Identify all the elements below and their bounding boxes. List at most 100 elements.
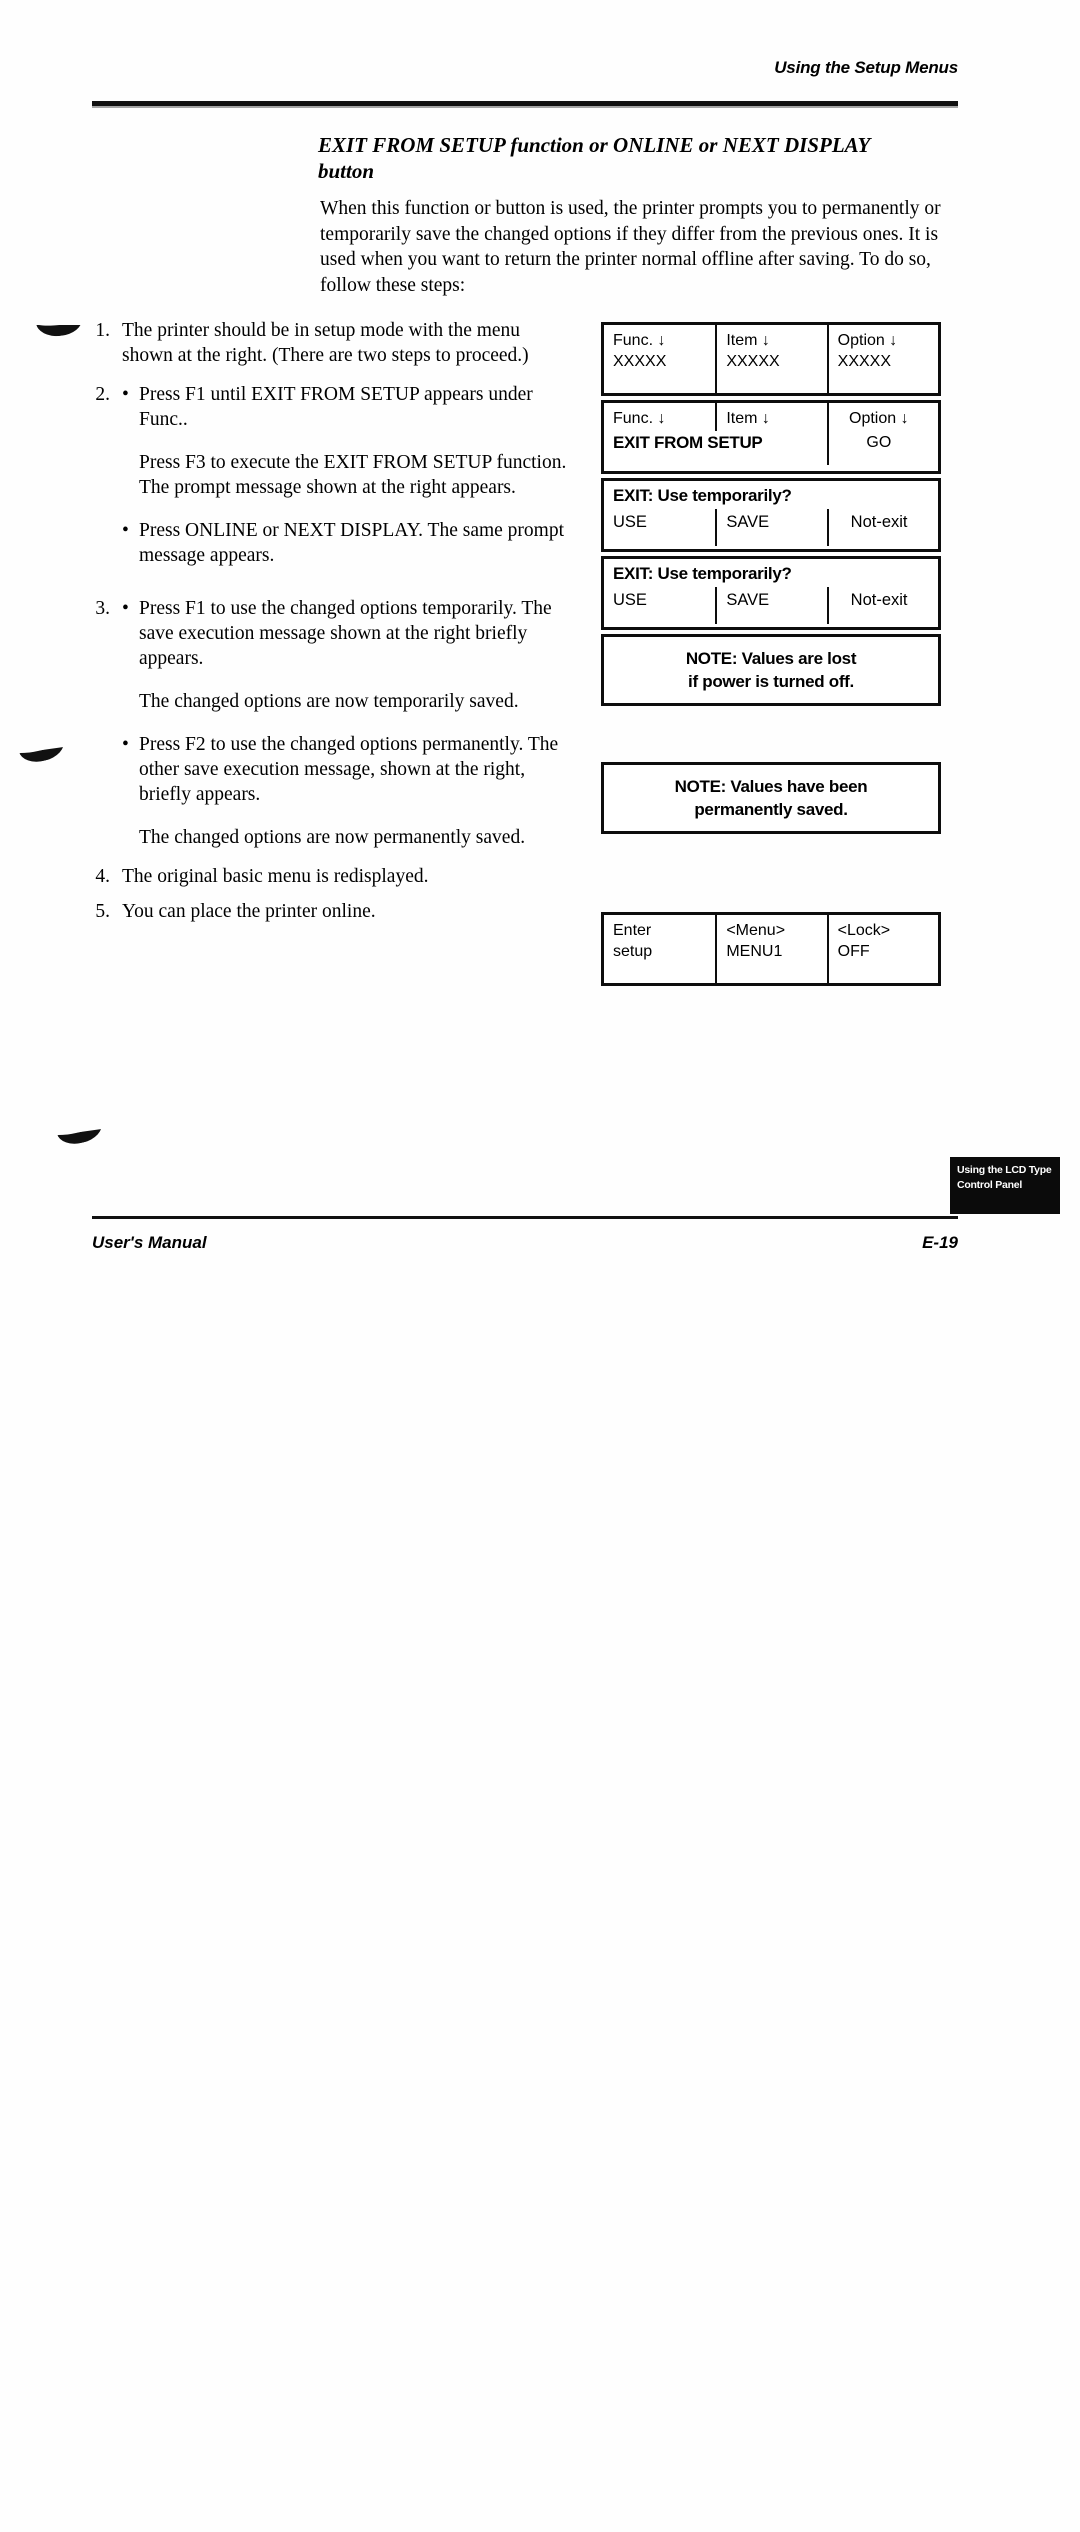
lcd-head-row: Func. ↓ Item ↓ Option ↓ [604,403,938,431]
bullet-icon: • [122,598,129,619]
step-paragraph: The original basic menu is redisplayed. [122,866,429,887]
lcd-choice-use: USE [613,591,647,609]
lcd-choice-row: USE SAVE Not-exit [604,587,938,624]
step-paragraph: Press F3 to execute the EXIT FROM SETUP … [139,452,567,498]
running-head: Using the Setup Menus [774,58,958,77]
bullet-icon: • [122,520,129,541]
step-body: The original basic menu is redisplayed. [122,864,574,889]
bullet-icon: • [122,734,129,755]
scan-artifact-mark [19,747,67,770]
lcd-note-line1: NOTE: Values are lost [685,649,857,668]
footer-rule [92,1216,958,1219]
step-paragraph: The changed options are now permanently … [139,827,526,848]
lcd-panel-note-permanent: NOTE: Values have been permanently saved… [601,762,941,834]
lcd-cell-item: Item ↓ XXXXX [715,325,826,393]
lcd-panel-basic-menu: Func. ↓ XXXXX Item ↓ XXXXX Option ↓ XXXX… [601,322,941,396]
lcd-cell-func: Func. ↓ XXXXX [604,325,715,393]
lcd-cell-label-option: Option ↓ [826,403,938,431]
lcd-cell-label-item: Item ↓ [715,403,826,431]
lcd-choice-row: USE SAVE Not-exit [604,509,938,546]
manual-page: Using the Setup Menus EXIT FROM SETUP fu… [0,0,1080,2532]
lcd-cell-value: XXXXX [613,352,667,370]
lcd-choice-not-exit: Not-exit [826,509,938,546]
lcd-choice-not-exit: Not-exit [826,587,938,624]
lcd-cell-label: Item ↓ [726,332,770,349]
lcd-cell-label: Enter [613,922,652,939]
lcd-panel-note-temporary: NOTE: Values are lost if power is turned… [601,634,941,706]
step-body: You can place the printer online. [122,899,574,924]
step-paragraph: • Press F1 until EXIT FROM SETUP appears … [122,382,574,432]
step-paragraph: The changed options are now temporarily … [139,691,519,712]
step-number: 2. [95,384,110,405]
lcd-grid: EXIT: Use temporarily? USE SAVE Not-exit [604,559,938,627]
procedure-step: 3. • Press F1 to use the changed options … [74,596,574,850]
lcd-cell-value: XXXXX [837,352,892,370]
lcd-cell-option: Option ↓ XXXXX [826,325,938,393]
lcd-prompt-text: EXIT: Use temporarily? [613,486,792,505]
lcd-cell-value: setup [613,942,653,960]
scan-artifact-mark [36,325,82,342]
lcd-choice-save: SAVE [715,509,826,546]
lcd-body-row: EXIT FROM SETUP GO [604,431,938,465]
lcd-cell-value-option: GO [826,431,938,465]
lcd-cell-value-function: EXIT FROM SETUP [613,433,763,452]
lcd-prompt-text: EXIT: Use temporarily? [613,564,792,583]
lcd-panel-exit-from-setup: Func. ↓ Item ↓ Option ↓ EXIT FROM SETUP … [601,400,941,474]
thumb-tab-line2: Control Panel [957,1179,1023,1191]
thumb-tab-line1: Using the LCD Type [957,1164,1052,1176]
bullet-icon: • [122,384,129,405]
step-paragraph-text: Press F2 to use the changed options perm… [139,734,559,805]
lcd-grid: Func. ↓ Item ↓ Option ↓ EXIT FROM SETUP … [604,403,938,471]
intro-paragraph: When this function or button is used, th… [320,198,941,296]
lcd-note-line1: NOTE: Values have been [674,777,868,796]
section-heading-line2: button [318,159,375,183]
scan-artifact-mark [57,1129,105,1152]
procedure-step: 5. You can place the printer online. [74,899,574,924]
lcd-choice-save: SAVE [715,587,826,624]
lcd-cell-label: Func. ↓ [613,332,666,349]
lcd-grid: Func. ↓ XXXXX Item ↓ XXXXX Option ↓ XXXX… [604,325,938,393]
lcd-cell-label-func: Func. ↓ [613,410,666,427]
procedure-step: 4. The original basic menu is redisplaye… [74,864,574,889]
lcd-note: NOTE: Values have been permanently saved… [604,765,938,831]
lcd-cell-menu: <Menu> MENU1 [715,915,826,983]
step-paragraph: • Press ONLINE or NEXT DISPLAY. The same … [122,518,574,568]
lcd-note-line2: if power is turned off. [688,672,854,691]
scanned-page-content: Using the Setup Menus EXIT FROM SETUP fu… [0,0,1080,1300]
procedure-step: 2. • Press F1 until EXIT FROM SETUP appea… [74,382,574,568]
lcd-panel-exit-prompt-second: EXIT: Use temporarily? USE SAVE Not-exit [601,556,941,630]
lcd-cell-label: <Lock> [837,922,891,939]
footer-manual-title: User's Manual [92,1233,207,1252]
procedure-step: 1. The printer should be in setup mode w… [74,318,574,368]
step-body: • Press F1 until EXIT FROM SETUP appears … [122,382,574,568]
lcd-note: NOTE: Values are lost if power is turned… [604,637,938,703]
header-rule [92,101,958,108]
step-body: • Press F1 to use the changed options tem… [122,596,574,850]
step-number: 3. [95,598,110,619]
lcd-panel-basic-menu-final: Enter setup <Menu> MENU1 <Lock> OFF [601,912,941,986]
lcd-choice-use: USE [613,513,647,531]
step-paragraph-text: Press ONLINE or NEXT DISPLAY. The same p… [139,520,565,566]
lcd-panel-exit-prompt-first: EXIT: Use temporarily? USE SAVE Not-exit [601,478,941,552]
section-heading-line1: EXIT FROM SETUP function or ONLINE or NE… [318,133,871,157]
step-paragraph-text: Press F1 until EXIT FROM SETUP appears u… [139,384,533,430]
step-paragraph: • Press F1 to use the changed options tem… [122,596,574,671]
page-number: E-19 [922,1233,958,1252]
lcd-cell-value: XXXXX [726,352,780,370]
step-body: The printer should be in setup mode with… [122,318,574,368]
lcd-cell-label: <Menu> [726,922,786,939]
lcd-cell-value: MENU1 [726,942,783,960]
procedure-step-list: 1. The printer should be in setup mode w… [74,318,574,929]
lcd-cell-value: OFF [837,942,870,960]
lcd-grid: EXIT: Use temporarily? USE SAVE Not-exit [604,481,938,549]
lcd-grid: Enter setup <Menu> MENU1 <Lock> OFF [604,915,938,983]
step-paragraph-text: Press F1 to use the changed options temp… [139,598,552,669]
step-paragraph: • Press F2 to use the changed options per… [122,732,574,807]
lcd-note-line2: permanently saved. [694,800,848,819]
step-number: 4. [95,866,110,887]
lcd-cell-lock: <Lock> OFF [826,915,938,983]
lcd-cell-enter-setup: Enter setup [604,915,715,983]
step-paragraph: The printer should be in setup mode with… [122,320,529,366]
lcd-cell-label: Option ↓ [837,332,898,349]
step-paragraph: You can place the printer online. [122,901,376,922]
